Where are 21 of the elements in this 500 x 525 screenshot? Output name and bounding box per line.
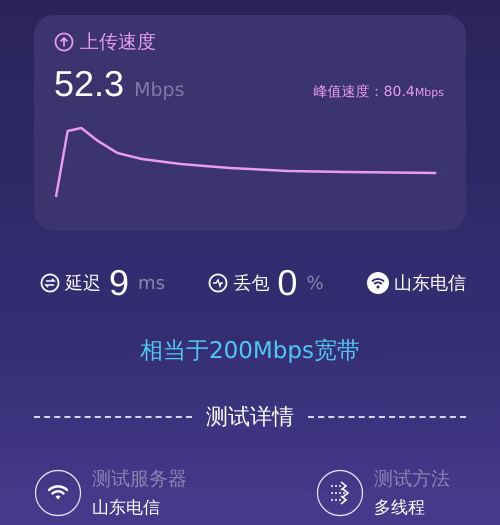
section-title: 测试详情 [206,404,294,432]
peak-speed: 峰值速度：80.4Mbps [314,83,444,101]
detail-label: 测试方法 [374,467,450,492]
packet-loss-icon [208,273,228,293]
wifi-icon [34,468,82,516]
stat-unit: ms [138,272,165,294]
detail-label: 测试服务器 [92,467,187,492]
stat-label: 山东电信 [394,272,466,295]
stat-unit: % [306,272,324,294]
detail-value: 多线程 [374,497,426,519]
detail-value: 山东电信 [92,497,161,519]
stat-value: 0 [277,263,298,303]
latency-icon [40,273,60,293]
equivalent-bandwidth: 相当于200Mbps宽带 [139,337,361,366]
stat-value: 9 [109,263,130,303]
stat-label: 丢包 [233,272,270,295]
speed-unit: Mbps [134,79,184,101]
speed-value: 52.3 [54,63,124,105]
wifi-icon [367,272,389,294]
upload-title: 上传速度 [80,30,156,55]
stat-label: 延迟 [65,272,101,295]
